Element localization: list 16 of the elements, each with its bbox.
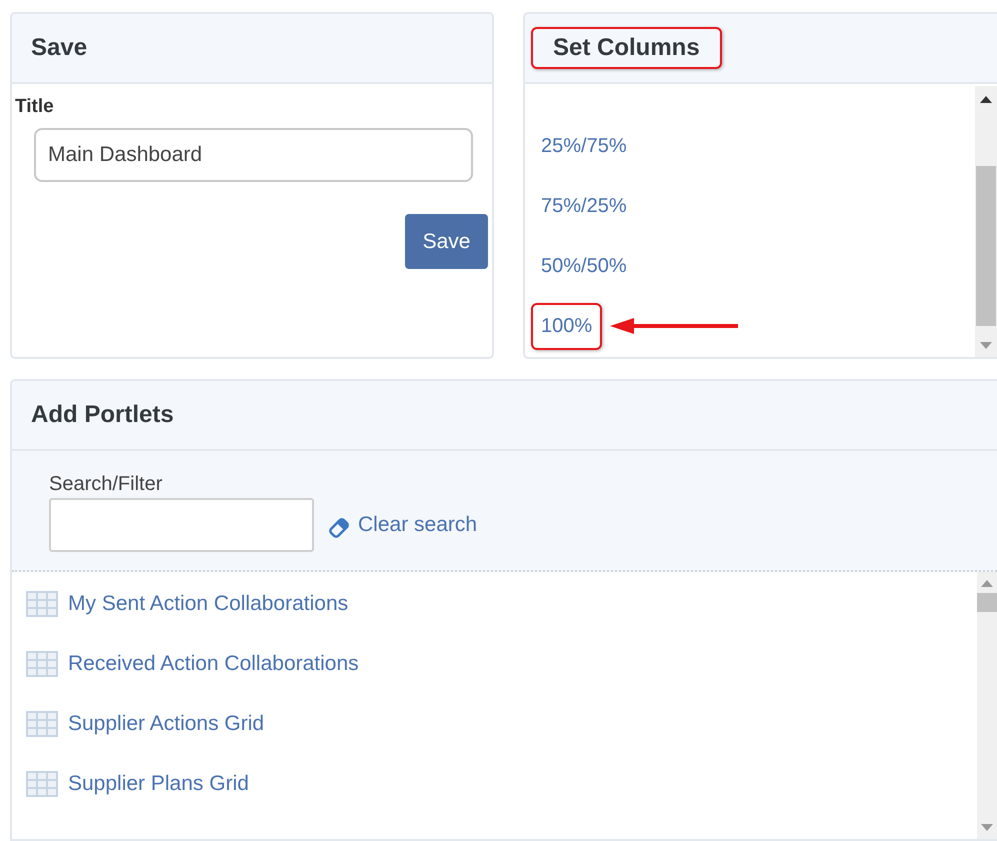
save-button[interactable]: Save — [405, 214, 488, 269]
panel-title: Set Columns — [531, 27, 722, 69]
clear-search-link[interactable]: Clear search — [358, 513, 478, 537]
column-option[interactable]: 100% — [531, 302, 602, 350]
field-label: Title — [15, 96, 55, 118]
portlet-link[interactable]: Received Action Collaborations — [68, 652, 359, 676]
field-label: Search/Filter — [49, 473, 164, 496]
title-field[interactable]: Main Dashboard — [34, 128, 473, 182]
portlet-link[interactable]: Supplier Plans Grid — [68, 772, 249, 796]
portlet-link[interactable]: Supplier Actions Grid — [68, 712, 264, 736]
column-option[interactable]: 75%/25% — [531, 182, 637, 230]
portlet-link[interactable]: My Sent Action Collaborations — [68, 592, 348, 616]
column-option[interactable]: 50%/50% — [531, 242, 637, 290]
column-option[interactable]: 25%/75% — [531, 122, 637, 170]
panel-title: Add Portlets — [31, 401, 174, 429]
panel-title: Save — [31, 34, 88, 62]
